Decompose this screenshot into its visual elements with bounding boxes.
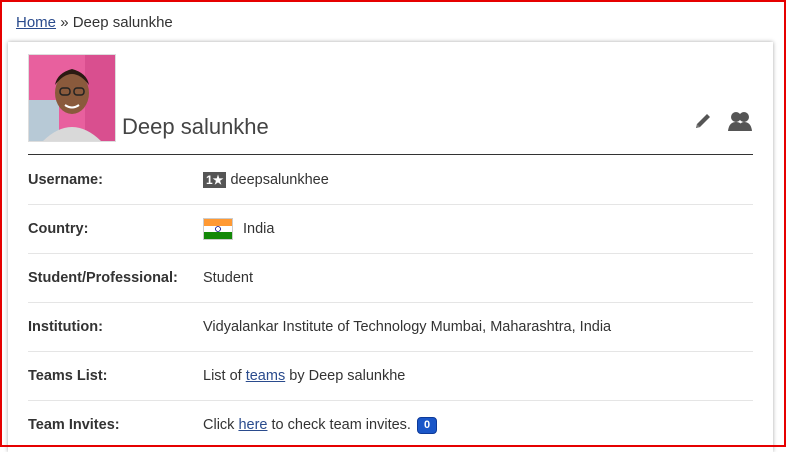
pencil-icon[interactable] xyxy=(693,111,713,131)
avatar xyxy=(28,54,116,142)
profile-details: Username: 1★ deepsalunkhee Country: Indi… xyxy=(28,156,753,449)
invites-link[interactable]: here xyxy=(238,417,267,433)
detail-row-country: Country: India xyxy=(28,205,753,254)
breadcrumb-current: Deep salunkhe xyxy=(72,14,173,31)
username-value: 1★ deepsalunkhee xyxy=(203,172,329,188)
invites-value: Click here to check team invites. 0 xyxy=(203,416,438,434)
detail-row-username: Username: 1★ deepsalunkhee xyxy=(28,156,753,205)
profile-card: Deep salunkhe Username: 1★ deepsalunkhee xyxy=(8,42,773,452)
rating-badge: 1★ xyxy=(203,172,227,188)
country-text: India xyxy=(243,221,275,237)
detail-row-student: Student/Professional: Student xyxy=(28,254,753,303)
breadcrumb-separator: » xyxy=(60,14,69,31)
profile-name: Deep salunkhe xyxy=(122,114,269,139)
breadcrumb-home-link[interactable]: Home xyxy=(16,14,56,31)
country-value: India xyxy=(203,218,274,240)
invites-suffix: to check team invites. xyxy=(271,417,411,433)
username-label: Username: xyxy=(28,172,103,188)
detail-row-teams: Teams List: List of teams by Deep salunk… xyxy=(28,352,753,401)
header-divider xyxy=(28,154,753,155)
teams-prefix: List of xyxy=(203,368,242,384)
india-flag-icon xyxy=(203,218,233,240)
detail-row-institution: Institution: Vidyalankar Institute of Te… xyxy=(28,303,753,352)
institution-label: Institution: xyxy=(28,319,103,335)
detail-row-invites: Team Invites: Click here to check team i… xyxy=(28,401,753,449)
teams-value: List of teams by Deep salunkhe xyxy=(203,368,405,384)
teams-suffix: by Deep salunkhe xyxy=(289,368,406,384)
teams-label: Teams List: xyxy=(28,368,108,384)
invites-prefix: Click xyxy=(203,417,235,433)
breadcrumb: Home » Deep salunkhe xyxy=(16,14,173,31)
country-label: Country: xyxy=(28,221,89,237)
username-text: deepsalunkhee xyxy=(230,172,329,188)
invites-label: Team Invites: xyxy=(28,417,120,433)
teams-link[interactable]: teams xyxy=(246,368,286,384)
institution-value: Vidyalankar Institute of Technology Mumb… xyxy=(203,319,612,335)
users-icon[interactable] xyxy=(727,110,753,132)
student-value: Student xyxy=(203,270,253,286)
profile-actions xyxy=(693,110,753,132)
invites-count-badge: 0 xyxy=(416,416,438,434)
student-label: Student/Professional: xyxy=(28,270,178,286)
